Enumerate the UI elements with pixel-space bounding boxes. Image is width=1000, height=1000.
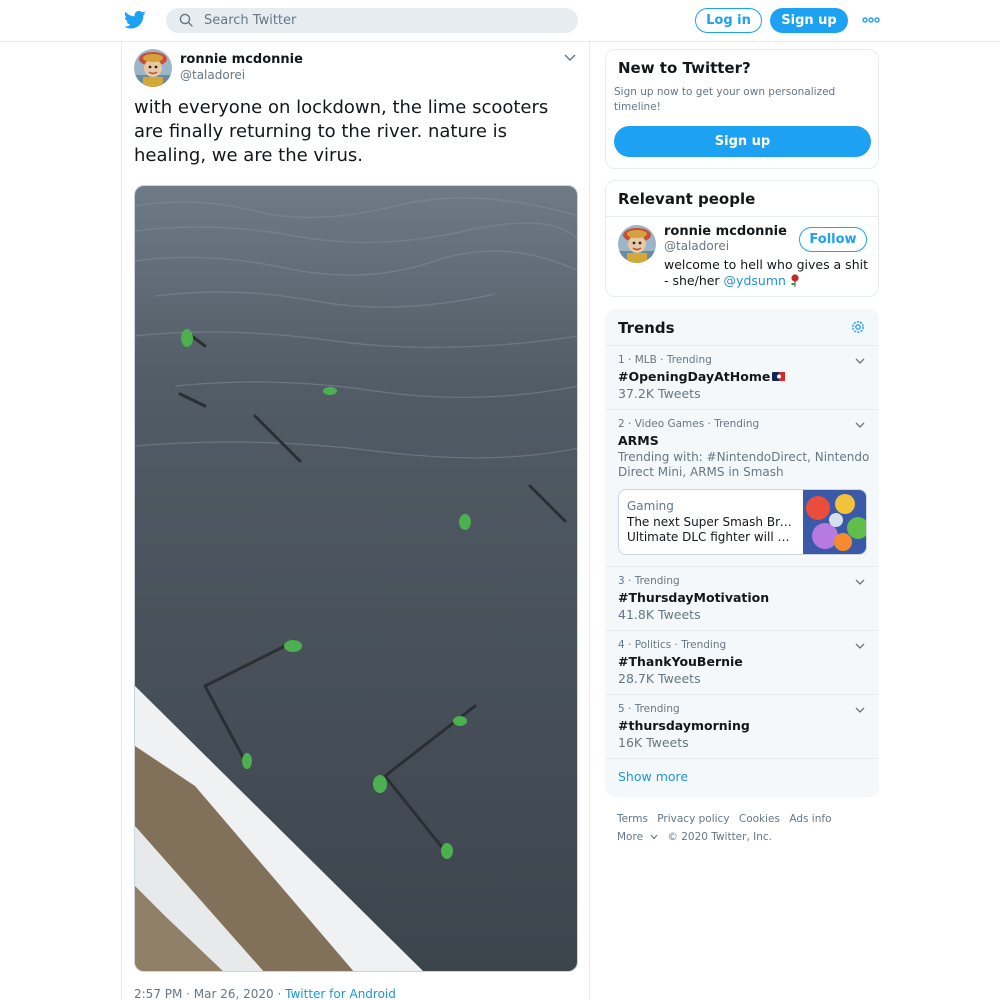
show-more-link[interactable]: Show more	[618, 769, 688, 784]
trend-tweet-count: 41.8K Tweets	[618, 607, 701, 622]
chevron-down-icon[interactable]	[855, 422, 865, 428]
tweet-photo[interactable]	[134, 185, 578, 972]
search-bar	[166, 8, 578, 33]
gear-icon[interactable]	[850, 319, 866, 335]
chevron-down-icon[interactable]	[855, 579, 865, 585]
trend-name[interactable]: #ThursdayMotivation	[618, 590, 769, 605]
chevron-down-icon[interactable]	[564, 54, 576, 62]
timestamp-text[interactable]: 2:57 PM · Mar 26, 2020 ·	[134, 987, 285, 1000]
trend-name[interactable]: #thursdaymorning	[618, 718, 750, 733]
news-category: Gaming	[627, 499, 674, 513]
trend-meta: 1 · MLB · Trending	[618, 354, 712, 366]
trend-meta: 3 · Trending	[618, 575, 680, 587]
tweet-source-link[interactable]: Twitter for Android	[285, 987, 396, 1000]
news-headline: The next Super Smash Bros. Ultimate DLC …	[627, 515, 797, 544]
tweet-column: ronnie mcdonnie @taladorei with everyone…	[121, 42, 590, 1000]
login-button[interactable]: Log in	[695, 8, 762, 33]
sidebar-footer: Terms Privacy policy Cookies Ads info Mo…	[617, 810, 879, 846]
trend-item[interactable]: 2 · Video Games · Trending ARMS Trending…	[606, 409, 878, 566]
trends-card: Trends 1 · MLB · Trending #OpeningDayAtH…	[605, 309, 879, 797]
relevant-people-title: Relevant people	[618, 190, 756, 208]
top-navigation-bar: Log in Sign up	[0, 0, 1000, 42]
divider	[606, 758, 878, 759]
chevron-down-icon	[650, 834, 658, 840]
person-avatar[interactable]	[618, 225, 656, 263]
footer-links-row: Terms Privacy policy Cookies Ads info	[617, 810, 879, 828]
footer-more-link[interactable]: More	[617, 831, 658, 843]
author-avatar[interactable]	[134, 49, 172, 87]
divider	[606, 216, 878, 217]
twitter-logo-icon[interactable]	[124, 10, 146, 30]
trend-tweet-count: 37.2K Tweets	[618, 386, 701, 401]
trend-tweet-count: 16K Tweets	[618, 735, 689, 750]
trend-name[interactable]: ARMS	[618, 433, 659, 448]
search-input[interactable]	[204, 8, 564, 33]
tweet-text: with everyone on lockdown, the lime scoo…	[134, 97, 549, 166]
trend-name[interactable]: #ThankYouBernie	[618, 654, 743, 669]
more-icon[interactable]	[862, 13, 880, 27]
follow-button[interactable]: Follow	[799, 227, 867, 252]
new-to-twitter-title: New to Twitter?	[618, 59, 751, 77]
footer-link-cookies[interactable]: Cookies	[739, 813, 780, 825]
footer-link-privacy[interactable]: Privacy policy	[657, 813, 729, 825]
avatar-image	[134, 49, 172, 87]
footer-link-terms[interactable]: Terms	[617, 813, 648, 825]
mlb-logo-icon	[772, 372, 786, 381]
footer-link-ads-info[interactable]: Ads info	[789, 813, 831, 825]
footer-second-row: More © 2020 Twitter, Inc.	[617, 828, 879, 846]
copyright-text: © 2020 Twitter, Inc.	[667, 831, 773, 843]
avatar-image	[618, 225, 656, 263]
trend-item[interactable]: 1 · MLB · Trending #OpeningDayAtHome 37.…	[606, 345, 878, 409]
search-icon	[179, 13, 193, 27]
trends-title: Trends	[618, 319, 675, 337]
trend-item[interactable]: 5 · Trending #thursdaymorning 16K Tweets	[606, 694, 878, 758]
author-handle[interactable]: @taladorei	[180, 68, 245, 82]
relevant-people-card: Relevant people ronnie mcdonnie @talador…	[605, 180, 879, 297]
trend-meta: 2 · Video Games · Trending	[618, 418, 760, 430]
trend-meta: 4 · Politics · Trending	[618, 639, 727, 651]
trending-with-text: Trending with: #NintendoDirect, Nintendo…	[618, 450, 870, 479]
bio-mention-link[interactable]: @ydsumn	[724, 273, 786, 288]
tweet-timestamp: 2:57 PM · Mar 26, 2020 · Twitter for And…	[134, 987, 396, 1000]
author-name[interactable]: ronnie mcdonnie	[180, 52, 303, 67]
trend-item[interactable]: 4 · Politics · Trending #ThankYouBernie …	[606, 630, 878, 694]
rose-emoji-icon	[791, 274, 799, 287]
person-name[interactable]: ronnie mcdonnie	[664, 224, 787, 239]
trend-tweet-count: 28.7K Tweets	[618, 671, 701, 686]
chevron-down-icon[interactable]	[855, 707, 865, 713]
new-to-twitter-description: Sign up now to get your own personalized…	[614, 86, 836, 113]
person-bio: welcome to hell who gives a shit - she/h…	[664, 257, 874, 289]
new-to-twitter-card: New to Twitter? Sign up now to get your …	[605, 49, 879, 169]
signup-button[interactable]: Sign up	[770, 8, 848, 33]
person-handle[interactable]: @taladorei	[664, 239, 729, 253]
news-card[interactable]: Gaming The next Super Smash Bros. Ultima…	[618, 489, 867, 555]
trend-meta: 5 · Trending	[618, 703, 680, 715]
chevron-down-icon[interactable]	[855, 643, 865, 649]
chevron-down-icon[interactable]	[855, 358, 865, 364]
news-thumbnail	[803, 490, 866, 554]
sidebar-signup-button[interactable]: Sign up	[614, 126, 871, 157]
river-scooters-photo	[135, 186, 577, 971]
trend-item[interactable]: 3 · Trending #ThursdayMotivation 41.8K T…	[606, 566, 878, 630]
trend-name[interactable]: #OpeningDayAtHome	[618, 369, 786, 384]
